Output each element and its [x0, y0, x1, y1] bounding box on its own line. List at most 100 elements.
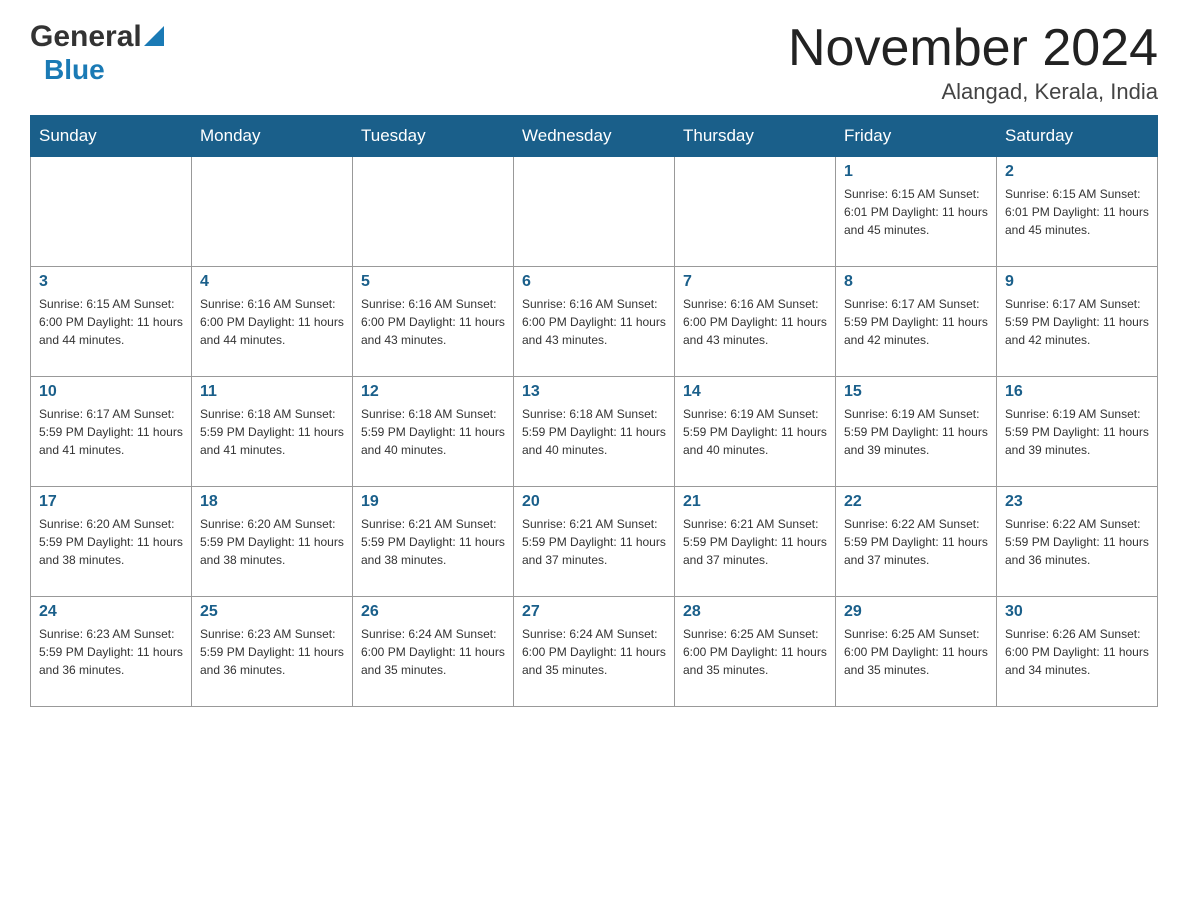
calendar-cell: 10Sunrise: 6:17 AM Sunset: 5:59 PM Dayli…	[31, 377, 192, 487]
calendar-cell: 27 Sunrise: 6:24 AM Sunset: 6:00 PM Dayli…	[514, 597, 675, 707]
day-number: 11	[200, 383, 344, 401]
calendar-cell	[514, 157, 675, 267]
day-number: 2	[1005, 163, 1149, 181]
calendar-week-row: 17 Sunrise: 6:20 AM Sunset: 5:59 PM Dayli…	[31, 487, 1158, 597]
calendar-cell: 1 Sunrise: 6:15 AM Sunset: 6:01 PM Daylig…	[836, 157, 997, 267]
day-number: 14	[683, 383, 827, 401]
calendar-cell: 23 Sunrise: 6:22 AM Sunset: 5:59 PM Dayli…	[997, 487, 1158, 597]
day-info: Sunrise: 6:25 AM Sunset: 6:00 PM Dayligh…	[844, 625, 988, 679]
day-number: 16	[1005, 383, 1149, 401]
calendar-week-row: 3Sunrise: 6:15 AM Sunset: 6:00 PM Daylig…	[31, 267, 1158, 377]
day-info: Sunrise: 6:25 AM Sunset: 6:00 PM Dayligh…	[683, 625, 827, 679]
calendar-cell: 19 Sunrise: 6:21 AM Sunset: 5:59 PM Dayli…	[353, 487, 514, 597]
calendar-header-row: SundayMondayTuesdayWednesdayThursdayFrid…	[31, 116, 1158, 157]
day-number: 23	[1005, 493, 1149, 511]
calendar-cell: 22 Sunrise: 6:22 AM Sunset: 5:59 PM Dayli…	[836, 487, 997, 597]
calendar-cell: 24Sunrise: 6:23 AM Sunset: 5:59 PM Dayli…	[31, 597, 192, 707]
day-number: 22	[844, 493, 988, 511]
day-info: Sunrise: 6:20 AM Sunset: 5:59 PM Dayligh…	[200, 515, 344, 569]
calendar-cell	[192, 157, 353, 267]
day-number: 6	[522, 273, 666, 291]
day-info: Sunrise: 6:17 AM Sunset: 5:59 PM Dayligh…	[844, 295, 988, 349]
day-of-week-header: Thursday	[675, 116, 836, 157]
day-number: 18	[200, 493, 344, 511]
day-number: 28	[683, 603, 827, 621]
day-of-week-header: Sunday	[31, 116, 192, 157]
calendar-cell: 18 Sunrise: 6:20 AM Sunset: 5:59 PM Dayli…	[192, 487, 353, 597]
day-info: Sunrise: 6:26 AM Sunset: 6:00 PM Dayligh…	[1005, 625, 1149, 679]
day-info: Sunrise: 6:22 AM Sunset: 5:59 PM Dayligh…	[1005, 515, 1149, 569]
day-number: 1	[844, 163, 988, 181]
day-number: 26	[361, 603, 505, 621]
day-info: Sunrise: 6:18 AM Sunset: 5:59 PM Dayligh…	[361, 405, 505, 459]
logo-general-text: General	[30, 20, 142, 54]
day-info: Sunrise: 6:20 AM Sunset: 5:59 PM Dayligh…	[39, 515, 183, 569]
calendar-cell: 25 Sunrise: 6:23 AM Sunset: 5:59 PM Dayli…	[192, 597, 353, 707]
day-info: Sunrise: 6:21 AM Sunset: 5:59 PM Dayligh…	[361, 515, 505, 569]
calendar-cell: 28 Sunrise: 6:25 AM Sunset: 6:00 PM Dayli…	[675, 597, 836, 707]
day-info: Sunrise: 6:16 AM Sunset: 6:00 PM Dayligh…	[522, 295, 666, 349]
day-info: Sunrise: 6:17 AM Sunset: 5:59 PM Dayligh…	[1005, 295, 1149, 349]
calendar-cell: 14 Sunrise: 6:19 AM Sunset: 5:59 PM Dayli…	[675, 377, 836, 487]
calendar-cell: 12 Sunrise: 6:18 AM Sunset: 5:59 PM Dayli…	[353, 377, 514, 487]
day-number: 15	[844, 383, 988, 401]
calendar-cell: 3Sunrise: 6:15 AM Sunset: 6:00 PM Daylig…	[31, 267, 192, 377]
day-number: 25	[200, 603, 344, 621]
day-info: Sunrise: 6:19 AM Sunset: 5:59 PM Dayligh…	[1005, 405, 1149, 459]
calendar-table: SundayMondayTuesdayWednesdayThursdayFrid…	[30, 115, 1158, 707]
day-info: Sunrise: 6:16 AM Sunset: 6:00 PM Dayligh…	[361, 295, 505, 349]
day-number: 9	[1005, 273, 1149, 291]
month-title: November 2024	[788, 20, 1158, 77]
day-number: 10	[39, 383, 183, 401]
day-info: Sunrise: 6:16 AM Sunset: 6:00 PM Dayligh…	[683, 295, 827, 349]
calendar-cell: 7 Sunrise: 6:16 AM Sunset: 6:00 PM Daylig…	[675, 267, 836, 377]
calendar-cell	[675, 157, 836, 267]
calendar-week-row: 24Sunrise: 6:23 AM Sunset: 5:59 PM Dayli…	[31, 597, 1158, 707]
day-info: Sunrise: 6:18 AM Sunset: 5:59 PM Dayligh…	[522, 405, 666, 459]
day-number: 17	[39, 493, 183, 511]
day-of-week-header: Friday	[836, 116, 997, 157]
calendar-cell: 9 Sunrise: 6:17 AM Sunset: 5:59 PM Daylig…	[997, 267, 1158, 377]
day-number: 20	[522, 493, 666, 511]
day-number: 4	[200, 273, 344, 291]
day-number: 30	[1005, 603, 1149, 621]
calendar-cell: 13Sunrise: 6:18 AM Sunset: 5:59 PM Dayli…	[514, 377, 675, 487]
calendar-cell: 17 Sunrise: 6:20 AM Sunset: 5:59 PM Dayli…	[31, 487, 192, 597]
day-info: Sunrise: 6:23 AM Sunset: 5:59 PM Dayligh…	[39, 625, 183, 679]
logo-blue-text: Blue	[44, 54, 105, 85]
day-number: 27	[522, 603, 666, 621]
calendar-cell: 4Sunrise: 6:16 AM Sunset: 6:00 PM Daylig…	[192, 267, 353, 377]
calendar-cell: 5Sunrise: 6:16 AM Sunset: 6:00 PM Daylig…	[353, 267, 514, 377]
calendar-cell: 16 Sunrise: 6:19 AM Sunset: 5:59 PM Dayli…	[997, 377, 1158, 487]
day-number: 29	[844, 603, 988, 621]
calendar-cell	[353, 157, 514, 267]
day-of-week-header: Saturday	[997, 116, 1158, 157]
day-info: Sunrise: 6:19 AM Sunset: 5:59 PM Dayligh…	[683, 405, 827, 459]
day-info: Sunrise: 6:18 AM Sunset: 5:59 PM Dayligh…	[200, 405, 344, 459]
day-info: Sunrise: 6:15 AM Sunset: 6:01 PM Dayligh…	[1005, 185, 1149, 239]
day-number: 7	[683, 273, 827, 291]
day-info: Sunrise: 6:24 AM Sunset: 6:00 PM Dayligh…	[522, 625, 666, 679]
day-number: 21	[683, 493, 827, 511]
day-info: Sunrise: 6:23 AM Sunset: 5:59 PM Dayligh…	[200, 625, 344, 679]
calendar-cell: 2 Sunrise: 6:15 AM Sunset: 6:01 PM Daylig…	[997, 157, 1158, 267]
calendar-cell: 29 Sunrise: 6:25 AM Sunset: 6:00 PM Dayli…	[836, 597, 997, 707]
calendar-cell: 6 Sunrise: 6:16 AM Sunset: 6:00 PM Daylig…	[514, 267, 675, 377]
calendar-week-row: 10Sunrise: 6:17 AM Sunset: 5:59 PM Dayli…	[31, 377, 1158, 487]
day-info: Sunrise: 6:21 AM Sunset: 5:59 PM Dayligh…	[683, 515, 827, 569]
day-number: 12	[361, 383, 505, 401]
location-text: Alangad, Kerala, India	[788, 79, 1158, 105]
calendar-cell: 26Sunrise: 6:24 AM Sunset: 6:00 PM Dayli…	[353, 597, 514, 707]
logo-triangle-icon	[144, 26, 164, 46]
day-number: 8	[844, 273, 988, 291]
calendar-cell: 8 Sunrise: 6:17 AM Sunset: 5:59 PM Daylig…	[836, 267, 997, 377]
day-number: 19	[361, 493, 505, 511]
calendar-cell: 21 Sunrise: 6:21 AM Sunset: 5:59 PM Dayli…	[675, 487, 836, 597]
day-info: Sunrise: 6:22 AM Sunset: 5:59 PM Dayligh…	[844, 515, 988, 569]
calendar-cell: 15Sunrise: 6:19 AM Sunset: 5:59 PM Dayli…	[836, 377, 997, 487]
day-info: Sunrise: 6:21 AM Sunset: 5:59 PM Dayligh…	[522, 515, 666, 569]
calendar-cell	[31, 157, 192, 267]
calendar-cell: 30 Sunrise: 6:26 AM Sunset: 6:00 PM Dayli…	[997, 597, 1158, 707]
calendar-week-row: 1 Sunrise: 6:15 AM Sunset: 6:01 PM Daylig…	[31, 157, 1158, 267]
day-info: Sunrise: 6:15 AM Sunset: 6:01 PM Dayligh…	[844, 185, 988, 239]
